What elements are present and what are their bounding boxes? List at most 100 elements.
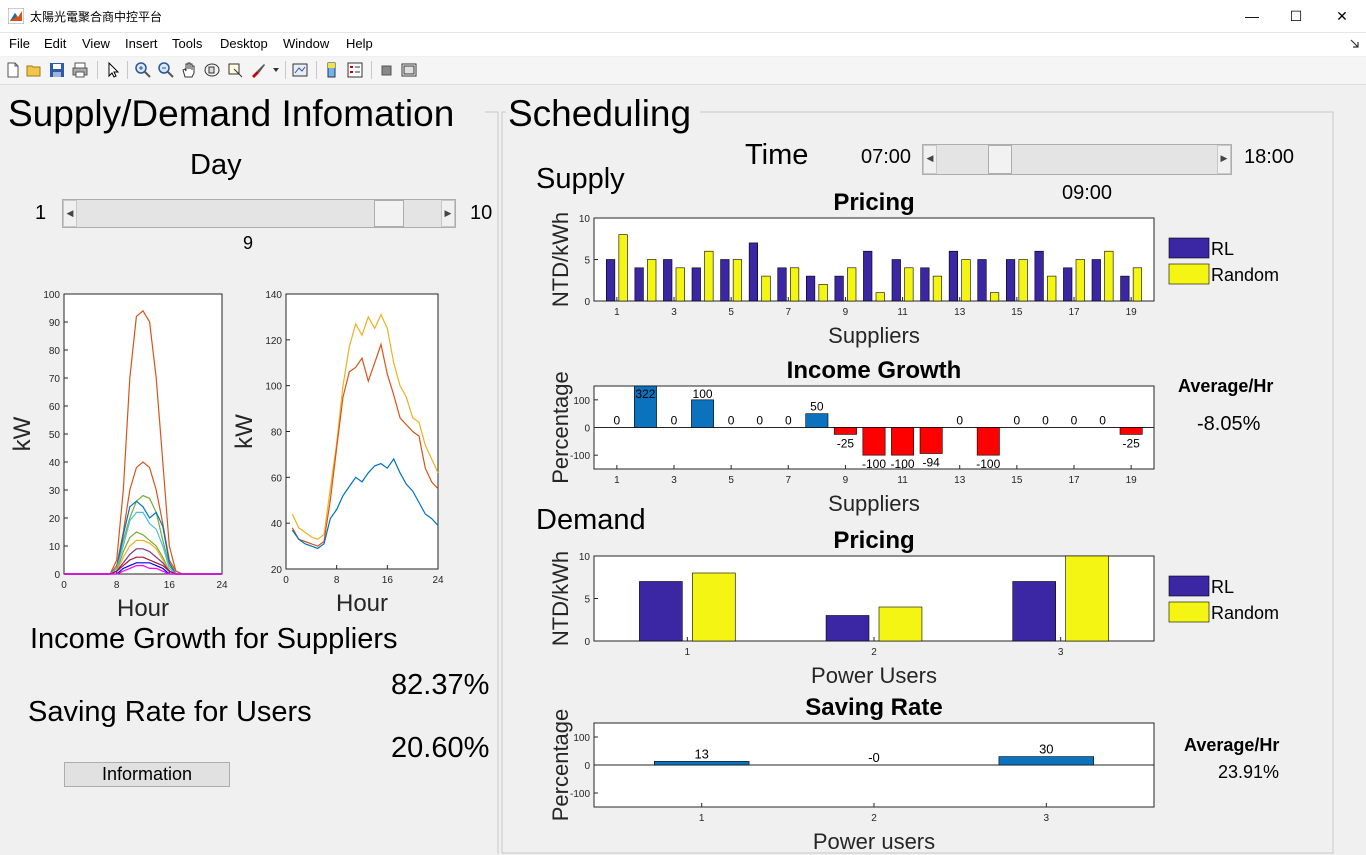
saving-average-label: Average/Hr [1184,735,1280,755]
colorbar-icon[interactable] [323,61,341,79]
day-max-label: 10 [470,202,493,224]
brush-dropdown-icon[interactable] [272,67,280,73]
y-tick-label: 100 [573,733,590,744]
menu-view[interactable]: View [82,36,110,51]
toolbar-separator [316,61,317,79]
x-tick-label: 1 [614,475,620,486]
y-axis-label: kW [9,416,36,451]
data-label: -25 [837,436,855,450]
day-slider[interactable]: ◀ ▶ [62,199,456,228]
x-tick-label: 13 [954,307,966,318]
pointer-icon[interactable] [104,61,122,79]
data-label: 13 [694,746,708,761]
toolbar-separator [97,61,98,79]
zoom-in-icon[interactable] [134,61,152,79]
bar-rl [920,267,930,302]
show-plot-tools-icon[interactable] [400,61,418,79]
bar-random [675,267,685,302]
y-tick-label: 100 [43,290,60,301]
menu-insert[interactable]: Insert [125,36,158,51]
y-tick-label: 10 [579,552,591,563]
menu-help[interactable]: Help [346,36,373,51]
x-tick-label: 5 [728,475,734,486]
menu-desktop[interactable]: Desktop [220,36,268,51]
bar [805,413,829,428]
title-bar [0,0,1366,33]
bar-random [1132,267,1143,302]
menu-window[interactable]: Window [283,36,329,51]
data-label: 0 [671,414,678,428]
data-label: 0 [956,414,963,428]
hide-plot-tools-icon[interactable] [378,61,396,79]
y-tick-label: 10 [49,542,61,553]
minimize-button[interactable]: — [1229,0,1275,32]
x-tick-label: 3 [671,475,677,486]
x-axis-label: Power users [813,829,935,853]
bar-rl [1012,581,1056,642]
information-button[interactable]: Information [64,762,230,787]
x-axis-label: Hour [117,595,169,622]
day-slider-right-arrow[interactable]: ▶ [441,200,455,227]
data-cursor-icon[interactable] [226,61,244,79]
bar-random [847,267,857,302]
bar [833,427,857,435]
legend-icon[interactable] [346,61,364,79]
data-label: 0 [1014,414,1021,428]
pan-hand-icon[interactable] [180,61,198,79]
bar-random [1075,259,1085,302]
y-tick-label: 0 [584,637,590,648]
bar [976,427,1000,456]
bar-random [692,572,736,642]
menu-edit[interactable]: Edit [44,36,66,51]
y-axis-label: NTD/kWh [548,551,573,646]
bar-random [732,259,743,302]
day-slider-thumb[interactable] [374,200,405,227]
new-figure-icon[interactable] [4,61,22,79]
bar-random [878,606,923,642]
x-tick-label: 24 [216,580,228,591]
x-tick-label: 1 [699,813,705,824]
y-tick-label: 120 [265,336,282,347]
x-tick-label: 5 [728,307,734,318]
y-tick-label: 100 [573,396,590,407]
brush-icon[interactable] [249,61,267,79]
rotate-3d-icon[interactable] [203,61,221,79]
data-label: -100 [976,457,1000,471]
save-icon[interactable] [48,61,66,79]
legend-swatch-rl [1168,575,1210,597]
x-tick-label: 7 [786,475,792,486]
bar-random [647,259,657,302]
x-tick-label: 0 [61,580,67,591]
data-label: -94 [922,456,940,470]
time-slider-right-arrow[interactable]: ▶ [1217,145,1231,174]
x-tick-label: 1 [685,647,691,658]
zoom-out-icon[interactable] [157,61,175,79]
y-tick-label: 70 [49,374,61,385]
day-min-label: 1 [35,202,47,224]
maximize-button[interactable]: ☐ [1273,0,1319,32]
close-button[interactable]: ✕ [1319,0,1365,32]
day-slider-left-arrow[interactable]: ◀ [63,200,77,227]
bar-random [818,284,828,302]
open-file-icon[interactable] [25,61,43,79]
data-label: -100 [862,457,886,471]
time-slider-left-arrow[interactable]: ◀ [923,145,937,174]
time-slider[interactable]: ◀ ▶ [922,144,1232,175]
bar [1119,427,1143,435]
y-tick-label: 0 [584,424,590,435]
print-icon[interactable] [71,61,89,79]
dock-arrow-icon[interactable] [1350,39,1360,49]
time-label: Time [745,139,809,171]
x-axis-label: Hour [336,590,388,617]
income-growth-label: Income Growth for Suppliers [30,623,398,655]
menu-file[interactable]: File [9,36,30,51]
legend-swatch-rl [1168,237,1210,259]
bar-random [875,292,885,302]
bar-random [904,267,914,302]
bar [998,756,1094,766]
menu-tools[interactable]: Tools [172,36,202,51]
link-plot-icon[interactable] [291,61,309,79]
x-tick-label: 17 [1068,307,1080,318]
x-tick-label: 0 [283,575,289,586]
time-slider-thumb[interactable] [988,145,1013,174]
